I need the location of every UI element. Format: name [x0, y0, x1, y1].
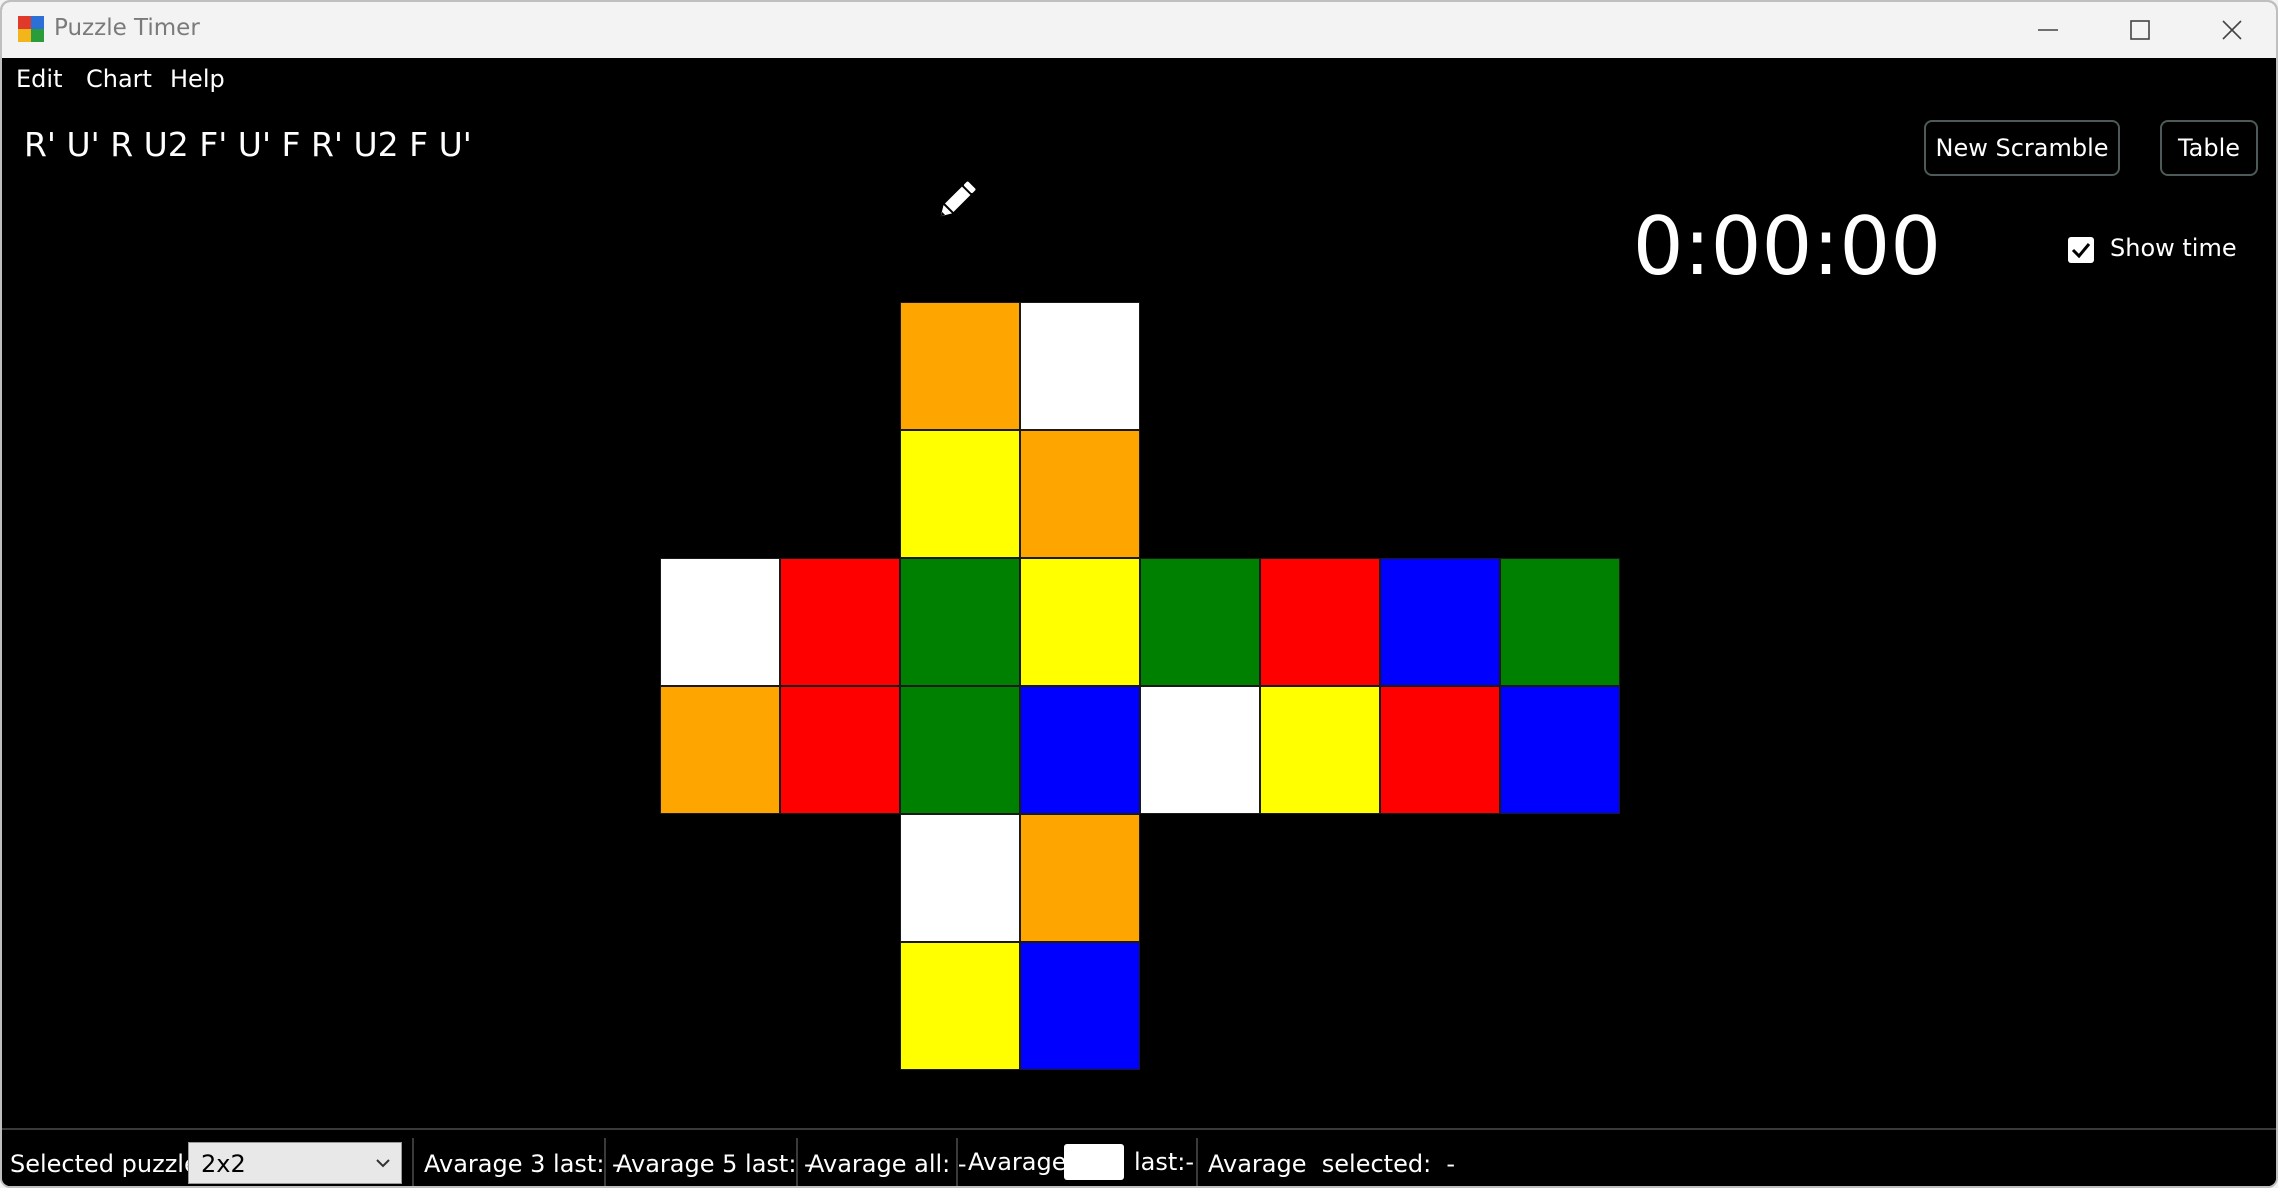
- timer-display: 0:00:00: [1632, 200, 1942, 293]
- table-button[interactable]: Table: [2160, 120, 2258, 176]
- maximize-button[interactable]: [2094, 2, 2186, 58]
- average-custom-prefix: Avarage: [968, 1148, 1067, 1176]
- cube-sticker-green: [1500, 558, 1620, 686]
- close-icon: [2222, 20, 2242, 40]
- cube-sticker-orange: [660, 686, 780, 814]
- cube-sticker-red: [780, 558, 900, 686]
- puzzle-select[interactable]: 2x2: [188, 1142, 402, 1184]
- menu-help[interactable]: Help: [170, 65, 225, 93]
- cube-sticker-blue: [1020, 686, 1140, 814]
- cube-sticker-blue: [1380, 558, 1500, 686]
- average-all: Avarage all: -: [808, 1150, 967, 1178]
- cube-sticker-yellow: [1260, 686, 1380, 814]
- cube-sticker-white: [1140, 686, 1260, 814]
- average-count-input[interactable]: [1064, 1144, 1124, 1180]
- divider: [604, 1138, 606, 1186]
- status-bar: Selected puzzle: 2x2 Avarage 3 last: - A…: [2, 1128, 2276, 1186]
- cube-sticker-orange: [1020, 430, 1140, 558]
- cube-sticker-orange: [1020, 814, 1140, 942]
- divider: [412, 1138, 414, 1186]
- divider: [1196, 1138, 1198, 1186]
- cube-sticker-red: [1260, 558, 1380, 686]
- chevron-down-icon: [376, 1159, 390, 1168]
- cube-sticker-green: [900, 558, 1020, 686]
- menu-chart[interactable]: Chart: [86, 65, 152, 93]
- app-logo-icon: [18, 16, 44, 42]
- cube-sticker-green: [1140, 558, 1260, 686]
- menu-bar: Edit Chart Help: [2, 58, 2276, 102]
- divider: [956, 1138, 958, 1186]
- cube-sticker-red: [780, 686, 900, 814]
- maximize-icon: [2130, 20, 2150, 40]
- divider: [796, 1138, 798, 1186]
- minimize-button[interactable]: [2002, 2, 2094, 58]
- cube-sticker-yellow: [900, 430, 1020, 558]
- checkbox-box[interactable]: [2068, 237, 2094, 263]
- cube-sticker-white: [900, 814, 1020, 942]
- scramble-text: R' U' R U2 F' U' F R' U2 F U': [24, 125, 472, 164]
- cube-sticker-yellow: [1020, 558, 1140, 686]
- minimize-icon: [2038, 29, 2058, 31]
- new-scramble-button[interactable]: New Scramble: [1924, 120, 2120, 176]
- window-title: Puzzle Timer: [54, 15, 200, 41]
- app-window: Puzzle Timer Edit Chart Help R' U' R U2 …: [0, 0, 2278, 1188]
- cube-sticker-green: [900, 686, 1020, 814]
- cube-sticker-blue: [1500, 686, 1620, 814]
- selected-puzzle-label: Selected puzzle:: [10, 1150, 207, 1178]
- average-5-last: Avarage 5 last: -: [616, 1150, 813, 1178]
- show-time-label: Show time: [2110, 234, 2237, 262]
- cube-sticker-white: [1020, 302, 1140, 430]
- menu-edit[interactable]: Edit: [16, 65, 62, 93]
- cube-sticker-blue: [1020, 942, 1140, 1070]
- edit-scramble-pencil-icon[interactable]: [934, 177, 980, 223]
- cube-sticker-yellow: [900, 942, 1020, 1070]
- cube-sticker-white: [660, 558, 780, 686]
- puzzle-select-value: 2x2: [201, 1150, 246, 1178]
- average-selected: Avarage selected: -: [1208, 1150, 1456, 1178]
- checkmark-icon: [2071, 243, 2091, 259]
- cube-sticker-orange: [900, 302, 1020, 430]
- average-custom-suffix: last:-: [1134, 1148, 1195, 1176]
- cube-sticker-red: [1380, 686, 1500, 814]
- close-button[interactable]: [2186, 2, 2276, 58]
- average-3-last: Avarage 3 last: -: [424, 1150, 621, 1178]
- title-bar[interactable]: Puzzle Timer: [2, 2, 2276, 58]
